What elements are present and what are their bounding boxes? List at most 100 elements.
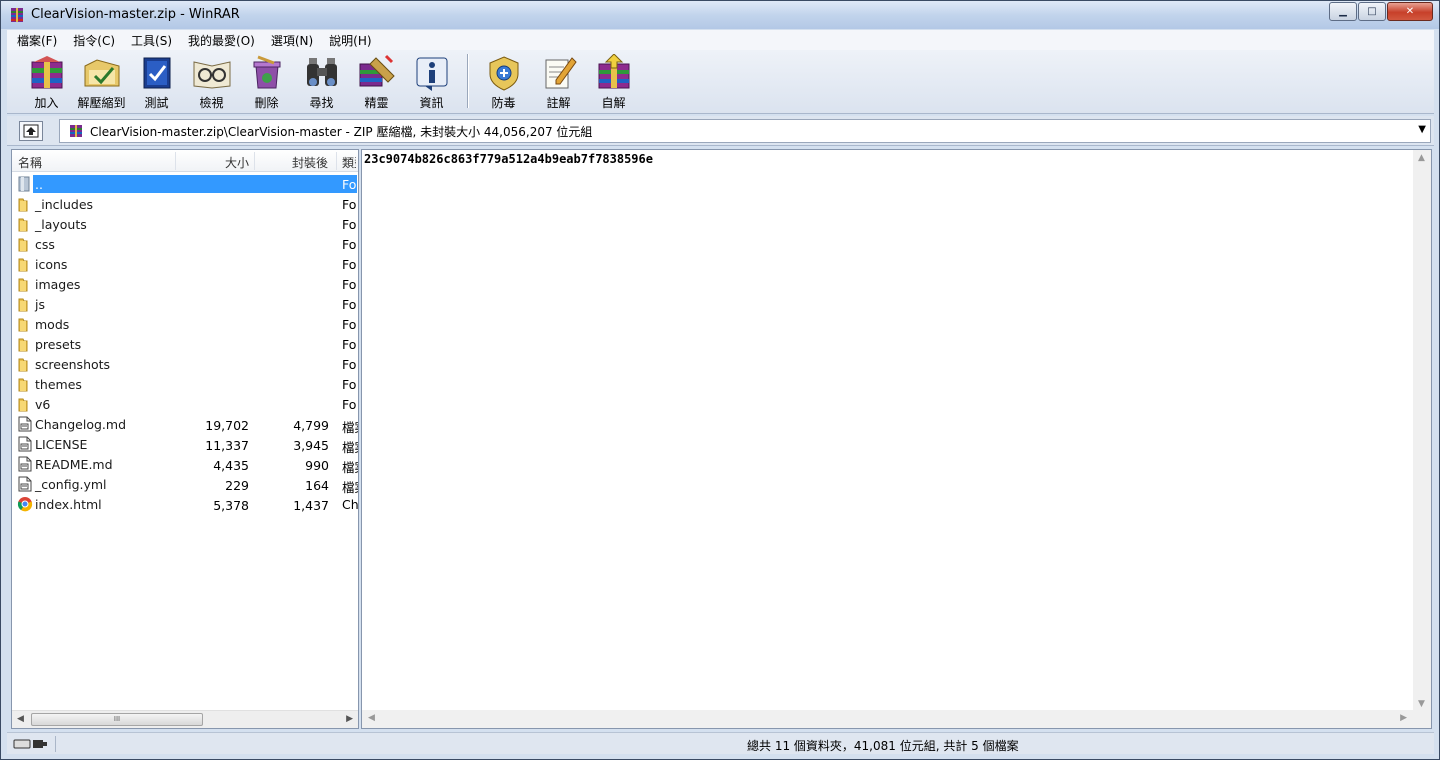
menu-favorites[interactable]: 我的最愛(O) <box>178 32 261 49</box>
row-highlight: mods <box>33 315 357 333</box>
status-text: 總共 11 個資料夾，41,081 位元組, 共計 5 個檔案 <box>747 739 1019 753</box>
drive-icon <box>13 739 47 749</box>
find-button[interactable]: 尋找 <box>294 50 349 112</box>
file-list-panel: 名稱 大小 封裝後 類型 ..Fo_includesFo_layoutsFocs… <box>11 149 359 729</box>
file-row[interactable]: index.html 5,378 1,437 Ch <box>12 494 358 514</box>
path-dropdown-icon[interactable]: ▼ <box>1418 124 1426 135</box>
file-size: 229 <box>225 478 249 493</box>
add-button[interactable]: 加入 <box>19 50 74 112</box>
viewer-horizontal-scrollbar[interactable]: ◀ ▶ <box>362 710 1431 728</box>
scroll-up-icon[interactable]: ▲ <box>1418 153 1425 163</box>
file-name: v6 <box>35 397 51 412</box>
file-row[interactable]: css Fo <box>12 234 358 254</box>
file-row[interactable]: Changelog.md19,7024,799檔案 <box>12 414 358 435</box>
info-label: 資訊 <box>419 96 444 110</box>
row-highlight: index.html 5,378 1,437 <box>33 495 357 513</box>
virus-scan-icon <box>489 56 518 91</box>
file-row[interactable]: _includes Fo <box>12 194 358 214</box>
col-divider[interactable] <box>336 152 337 170</box>
row-highlight: LICENSE 11,337 3,945 <box>33 435 357 453</box>
file-row[interactable]: _layouts Fo <box>12 214 358 234</box>
title-bar[interactable]: ClearVision-master.zip - WinRAR ▁ □ ✕ <box>1 1 1439 29</box>
extract-to-icon <box>84 59 119 87</box>
status-divider <box>55 736 56 752</box>
row-highlight: .. <box>33 175 357 193</box>
viewer-content: 23c9074b826c863f779a512a4b9eab7f7838596e <box>364 152 653 166</box>
info-button[interactable]: 資訊 <box>404 50 459 112</box>
info-icon <box>416 57 447 91</box>
archive-path-field[interactable]: ClearVision-master.zip\ClearVision-maste… <box>59 119 1431 143</box>
file-row[interactable]: mods Fo <box>12 314 358 334</box>
menu-bar: 檔案(F) 指令(C) 工具(S) 我的最愛(O) 選項(N) 說明(H) <box>7 30 1434 50</box>
menu-file[interactable]: 檔案(F) <box>7 32 63 49</box>
text-file-icon <box>18 416 32 432</box>
folder-icon <box>18 378 28 392</box>
file-row[interactable]: _config.yml229164檔案 <box>12 474 358 495</box>
menu-tools[interactable]: 工具(S) <box>121 32 178 49</box>
extract-to-label: 解壓縮到 <box>77 96 126 110</box>
file-type: Fo <box>342 277 357 292</box>
viewer-scroll-right-icon[interactable]: ▶ <box>1400 713 1407 723</box>
horizontal-scrollbar[interactable]: ◀ III ▶ <box>12 710 358 728</box>
col-type[interactable]: 類型 <box>342 154 356 171</box>
close-button[interactable]: ✕ <box>1387 2 1433 21</box>
file-type: Fo <box>342 357 357 372</box>
menu-help[interactable]: 說明(H) <box>319 32 377 49</box>
col-divider[interactable] <box>175 152 176 170</box>
menu-commands[interactable]: 指令(C) <box>63 32 121 49</box>
scroll-right-icon[interactable]: ▶ <box>346 714 353 724</box>
file-name: _layouts <box>35 217 87 232</box>
test-button[interactable]: 測試 <box>129 50 184 112</box>
folder-icon <box>18 238 28 252</box>
file-name: css <box>35 237 55 252</box>
menu-options[interactable]: 選項(N) <box>261 32 319 49</box>
up-arrow-icon <box>23 124 39 138</box>
file-row[interactable]: themes Fo <box>12 374 358 394</box>
row-highlight: _config.yml 229 164 <box>33 475 357 493</box>
zip-archive-icon <box>70 125 82 137</box>
maximize-button[interactable]: □ <box>1358 2 1386 21</box>
file-row[interactable]: icons Fo <box>12 254 358 274</box>
file-row[interactable]: screenshots Fo <box>12 354 358 374</box>
scroll-thumb[interactable]: III <box>31 713 203 726</box>
file-size: 19,702 <box>205 418 249 433</box>
col-divider[interactable] <box>254 152 255 170</box>
col-size[interactable]: 大小 <box>225 154 249 171</box>
view-button[interactable]: 檢視 <box>184 50 239 112</box>
file-row[interactable]: images Fo <box>12 274 358 294</box>
delete-button[interactable]: 刪除 <box>239 50 294 112</box>
file-row[interactable]: js Fo <box>12 294 358 314</box>
file-packed-size: 4,799 <box>293 418 329 433</box>
file-viewer-panel[interactable]: 23c9074b826c863f779a512a4b9eab7f7838596e… <box>361 149 1432 729</box>
virus-scan-button[interactable]: 防毒 <box>476 50 531 112</box>
up-folder-button[interactable] <box>19 121 43 141</box>
file-row[interactable]: README.md4,435990檔案 <box>12 454 358 475</box>
folder-icon <box>18 218 28 232</box>
scroll-down-icon[interactable]: ▼ <box>1418 699 1425 709</box>
find-label: 尋找 <box>309 96 334 110</box>
wizard-button[interactable]: 精靈 <box>349 50 404 112</box>
sfx-button[interactable]: 自解 <box>586 50 641 112</box>
col-packed[interactable]: 封裝後 <box>292 154 328 171</box>
file-name: README.md <box>35 457 113 472</box>
scroll-left-icon[interactable]: ◀ <box>17 714 24 724</box>
comment-button[interactable]: 註解 <box>531 50 586 112</box>
col-name[interactable]: 名稱 <box>18 154 42 171</box>
row-highlight: README.md 4,435 990 <box>33 455 357 473</box>
file-type: Fo <box>342 337 357 352</box>
vertical-scrollbar[interactable]: ▲ ▼ <box>1413 150 1431 712</box>
minimize-button[interactable]: ▁ <box>1329 2 1357 21</box>
file-name: .. <box>35 177 43 192</box>
file-size: 11,337 <box>205 438 249 453</box>
file-row[interactable]: v6 Fo <box>12 394 358 414</box>
extract-to-button[interactable]: 解壓縮到 <box>74 50 129 112</box>
file-row[interactable]: .. Fo <box>12 174 358 194</box>
row-highlight: screenshots <box>33 355 357 373</box>
archive-path: ClearVision-master.zip\ClearVision-maste… <box>90 124 593 139</box>
folder-icon <box>18 358 28 372</box>
viewer-scroll-left-icon[interactable]: ◀ <box>368 713 375 723</box>
folder-icon <box>18 338 28 352</box>
file-row[interactable]: LICENSE11,3373,945檔案 <box>12 434 358 455</box>
row-highlight: _layouts <box>33 215 357 233</box>
file-row[interactable]: presets Fo <box>12 334 358 354</box>
